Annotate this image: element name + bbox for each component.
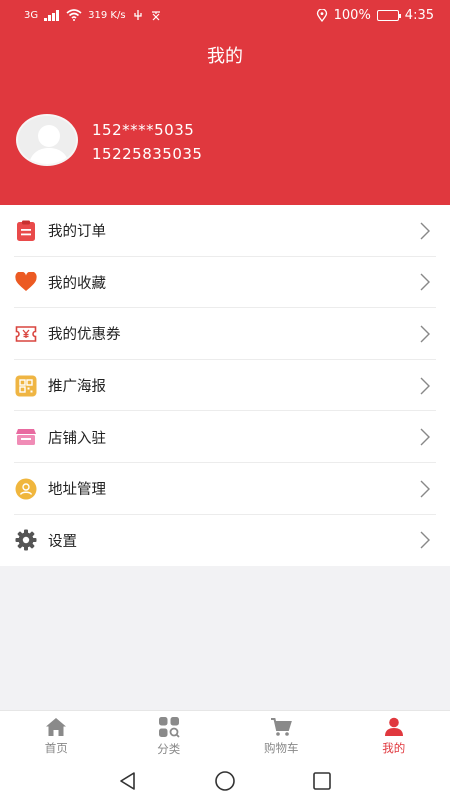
battery-percent: 100% [333,7,371,23]
recents-icon[interactable] [312,771,332,791]
clock: 4:35 [404,7,434,23]
menu-item-orders[interactable]: 我的订单 [0,205,450,257]
category-icon [158,717,180,738]
chevron-right-icon [420,428,430,446]
tab-home[interactable]: 首页 [0,711,113,762]
avatar[interactable] [16,114,78,166]
menu-label: 我的订单 [48,224,106,241]
home-button-icon[interactable] [214,770,236,792]
chevron-right-icon [420,222,430,240]
gear-icon [14,528,38,552]
tab-label: 我的 [382,741,406,755]
masked-phone: 152****5035 [92,121,195,139]
store-icon [14,425,38,449]
notification-icon [151,11,160,21]
profile-header: 我的 152****5035 15225835035 [0,0,450,205]
menu-label: 推广海报 [48,379,106,396]
home-icon [46,718,67,736]
chevron-right-icon [420,377,430,395]
tab-cart[interactable]: 购物车 [225,711,338,762]
menu-label: 地址管理 [48,482,106,499]
chevron-right-icon [420,273,430,291]
qr-icon [14,374,38,398]
menu-item-address[interactable]: 地址管理 [0,463,450,515]
cart-icon [271,718,293,736]
menu-item-favorites[interactable]: 我的收藏 [0,257,450,309]
system-nav-bar [0,762,450,800]
menu-item-coupons[interactable]: 我的优惠券 [0,308,450,360]
coupon-icon [14,322,38,346]
user-icon [384,717,403,736]
avatar-silhouette-icon [18,116,76,164]
chevron-right-icon [420,480,430,498]
phone-number: 15225835035 [92,145,203,163]
back-icon[interactable] [118,771,138,791]
tab-label: 分类 [157,742,181,756]
tab-label: 购物车 [264,741,299,755]
network-speed: 319 K/s [88,9,126,21]
location-icon [14,477,38,501]
signal-icon [44,9,60,21]
menu-item-store-join[interactable]: 店铺入驻 [0,411,450,463]
order-icon [14,219,38,243]
page-title: 我的 [207,46,243,67]
location-status-icon [316,8,327,22]
heart-icon [14,270,38,294]
battery-icon [376,9,401,21]
bottom-tab-bar: 首页 分类 购物车 我的 [0,710,450,762]
menu-label: 我的优惠券 [48,327,121,344]
menu-item-poster[interactable]: 推广海报 [0,360,450,412]
status-bar: 3G 319 K/s 100% 4:35 [0,0,450,30]
network-type: 3G [24,9,39,21]
tab-category[interactable]: 分类 [113,711,226,762]
chevron-right-icon [420,531,430,549]
menu-item-settings[interactable]: 设置 [0,515,450,567]
menu-label: 店铺入驻 [48,430,106,447]
wifi-icon [66,9,82,21]
usb-icon [133,10,142,20]
chevron-right-icon [420,325,430,343]
menu-list: 我的订单 我的收藏 我的优惠券 推广海报 店铺入驻 地址管理 设置 [0,205,450,567]
menu-label: 我的收藏 [48,275,106,292]
tab-label: 首页 [44,741,68,755]
tab-mine[interactable]: 我的 [338,711,450,762]
menu-label: 设置 [48,533,77,550]
